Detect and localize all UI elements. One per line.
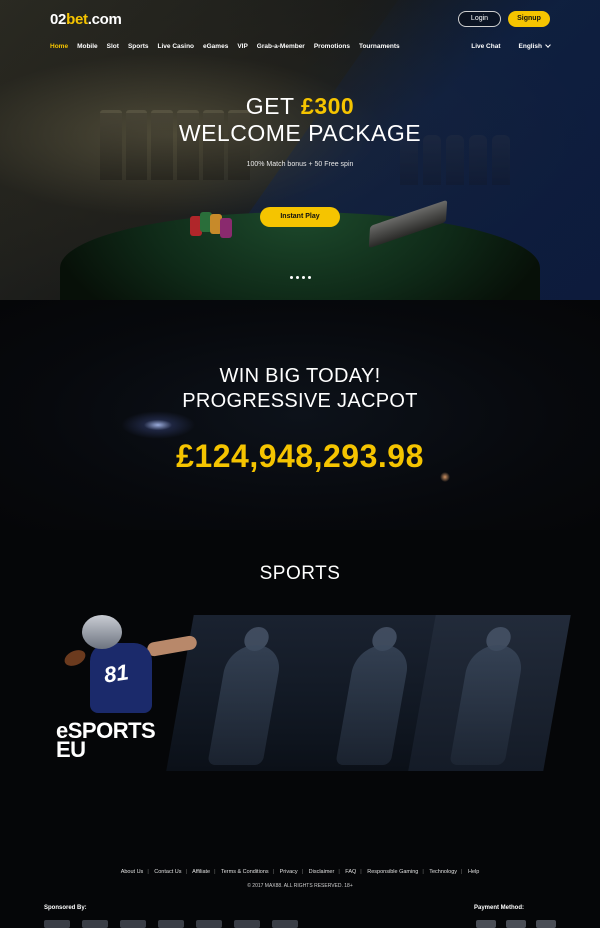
helmet-graphic xyxy=(82,615,122,649)
sponsor-logo xyxy=(82,920,108,928)
nav-item-promotions[interactable]: Promotions xyxy=(314,43,350,50)
sponsor-logo xyxy=(196,920,222,928)
hero-subtitle: 100% Match bonus + 50 Free spin xyxy=(246,161,354,168)
auth-buttons: Login Signup xyxy=(458,11,550,27)
carousel-dot[interactable] xyxy=(302,276,305,279)
carousel-dot[interactable] xyxy=(308,276,311,279)
footer-links: About Us | Contact Us | Affiliate | Terms &… xyxy=(120,869,480,875)
language-label: English xyxy=(518,43,542,50)
sports-title: SPORTS xyxy=(259,563,341,584)
casino-chips-graphic xyxy=(190,210,240,238)
sponsor-logo xyxy=(120,920,146,928)
carousel-dots[interactable] xyxy=(290,276,311,279)
hero-title-line2: WELCOME PACKAGE xyxy=(178,120,422,146)
instant-play-button[interactable]: Instant Play xyxy=(260,207,340,227)
jackpot-amount: £124,948,293.98 xyxy=(176,438,424,474)
athlete-graphic xyxy=(335,645,412,765)
nav-item-tournaments[interactable]: Tournaments xyxy=(359,43,400,50)
sponsored-by-label: Sponsored By: xyxy=(44,905,87,911)
sponsor-logo xyxy=(158,920,184,928)
footer-link-terms[interactable]: Terms & Conditions xyxy=(221,869,269,875)
chevron-down-icon xyxy=(545,42,551,48)
payment-method-label: Payment Method: xyxy=(473,905,524,911)
copyright-text: © 2017 MAX88. ALL RIGHTS RESERVED. 18+ xyxy=(247,883,353,889)
login-button[interactable]: Login xyxy=(458,11,501,27)
main-nav: Home Mobile Slot Sports Live Casino eGam… xyxy=(50,43,400,50)
visa-logo-icon xyxy=(476,920,496,928)
footer-link-about-us[interactable]: About Us xyxy=(121,869,144,875)
nav-item-live-casino[interactable]: Live Casino xyxy=(158,43,194,50)
mastercard-logo-icon xyxy=(536,920,556,928)
footer-link-help[interactable]: Help xyxy=(468,869,479,875)
footer-link-faq[interactable]: FAQ xyxy=(345,869,356,875)
site-header: 02bet.com Login Signup Home Mobile Slot … xyxy=(0,0,600,58)
jackpot-subheading: PROGRESSIVE JACPOT xyxy=(182,390,418,412)
nav-item-mobile[interactable]: Mobile xyxy=(77,43,98,50)
site-logo[interactable]: 02bet.com xyxy=(50,11,122,28)
carousel-dot[interactable] xyxy=(290,276,293,279)
esports-logo-text: eSPORTS EU xyxy=(56,720,156,761)
payment-logos xyxy=(476,920,556,928)
athlete-graphic xyxy=(449,645,526,765)
sponsor-logos xyxy=(44,920,298,928)
nav-item-home[interactable]: Home xyxy=(50,43,68,50)
athlete-graphic xyxy=(207,645,284,765)
nav-item-sports[interactable]: Sports xyxy=(128,43,149,50)
sponsor-logo xyxy=(234,920,260,928)
lens-flare-graphic xyxy=(118,410,198,440)
carousel-dot[interactable] xyxy=(296,276,299,279)
footer-link-responsible-gaming[interactable]: Responsible Gaming xyxy=(367,869,418,875)
footer-link-privacy[interactable]: Privacy xyxy=(280,869,298,875)
language-selector[interactable]: English xyxy=(518,42,551,50)
sport-panel-tennis[interactable] xyxy=(408,615,571,771)
nav-item-vip[interactable]: VIP xyxy=(237,43,247,50)
signup-button[interactable]: Signup xyxy=(508,11,550,27)
header-utilities: Live Chat English xyxy=(471,42,551,50)
sponsor-logo xyxy=(44,920,70,928)
live-chat-link[interactable]: Live Chat xyxy=(471,43,500,50)
sports-banner[interactable]: 81 eSPORTS EU xyxy=(50,605,571,773)
nav-item-egames[interactable]: eGames xyxy=(203,43,228,50)
footer-link-technology[interactable]: Technology xyxy=(429,869,457,875)
esports-panel[interactable]: 81 xyxy=(62,613,198,723)
football-graphic xyxy=(62,647,88,669)
nav-item-slot[interactable]: Slot xyxy=(107,43,119,50)
nav-item-grab-a-member[interactable]: Grab-a-Member xyxy=(257,43,305,50)
footer-link-affiliate[interactable]: Affiliate xyxy=(192,869,210,875)
hero-title: GET £300 xyxy=(245,93,355,119)
footer-link-contact-us[interactable]: Contact Us xyxy=(154,869,181,875)
footer-link-disclaimer[interactable]: Disclaimer xyxy=(309,869,335,875)
jersey-number: 81 xyxy=(102,659,131,688)
jackpot-heading: WIN BIG TODAY! xyxy=(219,365,381,387)
payment-logo-icon xyxy=(506,920,526,928)
hero-bonus-amount: £300 xyxy=(301,93,355,119)
sponsor-logo xyxy=(272,920,298,928)
jackpot-section: WIN BIG TODAY! PROGRESSIVE JACPOT £124,9… xyxy=(0,300,600,530)
